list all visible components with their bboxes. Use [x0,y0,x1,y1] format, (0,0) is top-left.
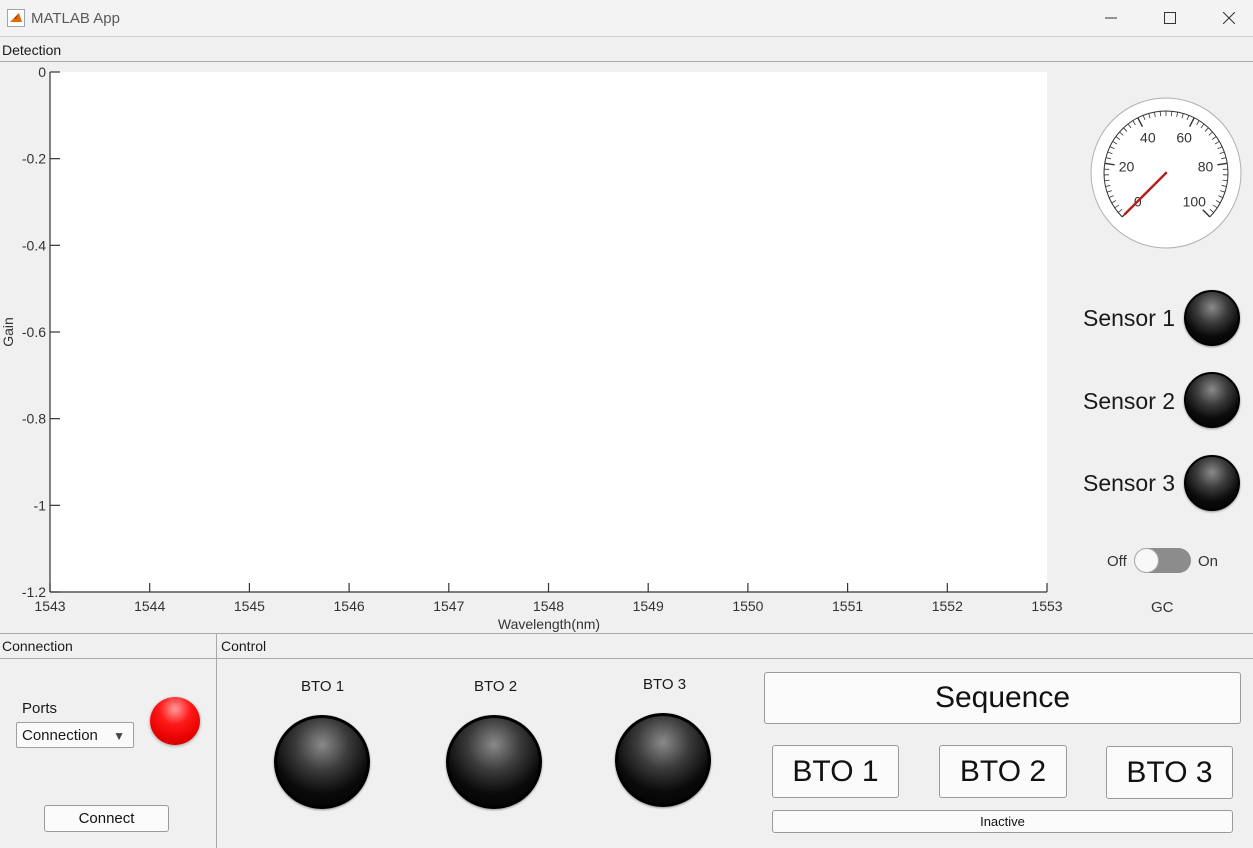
gauge-tick-label: 80 [1198,159,1214,175]
minimize-icon [1105,17,1117,19]
minimize-button[interactable] [1082,0,1140,36]
y-axis-label: Gain [0,317,16,347]
x-axis-label: Wavelength(nm) [498,616,600,632]
x-tick-label: 1551 [832,598,863,614]
gc-label: GC [1151,599,1174,616]
gauge-tick-label: 60 [1176,129,1192,145]
axes-plot-area [50,72,1047,592]
close-icon [1223,12,1235,24]
control-panel-title: Control [221,638,267,654]
app-window: MATLAB App Detection 1543 1544 1545 1546 154… [0,0,1253,848]
gauge-tick-label: 40 [1140,129,1156,145]
x-tick-label: 1549 [633,598,664,614]
sensor-3-lamp [1184,455,1240,511]
window-title: MATLAB App [31,10,120,27]
bto-3-lamp [615,713,711,807]
gain-axes[interactable]: 1543 1544 1545 1546 1547 1548 1549 1550 1551 1552… [0,62,1080,634]
dropdown-arrow-icon: ▼ [113,729,125,743]
switch-off-label: Off [1107,553,1127,570]
ports-dropdown-value: Connection [22,727,98,744]
switch-knob[interactable] [1134,548,1159,573]
x-tick-label: 1550 [732,598,763,614]
gc-toggle-switch[interactable] [1134,548,1191,573]
bto-1-button[interactable]: BTO 1 [772,745,899,798]
y-tick-label: -0.8 [22,411,46,427]
sensor-3-label: Sensor 3 [1083,470,1176,496]
ports-label: Ports [22,700,58,717]
x-tick-label: 1548 [533,598,564,614]
connection-status-lamp [150,697,200,745]
ports-dropdown[interactable]: Connection ▼ [16,722,134,748]
x-tick-label: 1546 [334,598,365,614]
connection-panel-title: Connection [2,638,73,654]
status-field: Inactive [772,810,1233,833]
y-tick-label: 0 [38,64,46,80]
gauge-tick-label: 100 [1183,193,1207,209]
x-tick-label: 1545 [234,598,265,614]
x-tick-label: 1553 [1031,598,1062,614]
bto-3-button[interactable]: BTO 3 [1106,746,1233,799]
bto-2-button[interactable]: BTO 2 [939,745,1067,798]
switch-on-label: On [1198,553,1219,570]
y-tick-label: -1.2 [22,584,46,600]
x-tick-label: 1543 [34,598,65,614]
sensor-1-lamp [1184,290,1240,346]
x-tick-label: 1544 [134,598,165,614]
maximize-icon [1164,12,1176,24]
x-tick-label: 1547 [433,598,464,614]
matlab-logo-icon [7,9,25,27]
bto-1-lamp-label: BTO 1 [301,678,345,695]
bto-2-lamp [446,715,542,809]
bto-2-lamp-label: BTO 2 [474,678,518,695]
detection-panel-title: Detection [2,42,62,58]
sequence-button[interactable]: Sequence [764,672,1241,724]
x-tick-label: 1552 [932,598,963,614]
y-tick-label: -1 [34,497,47,513]
close-button[interactable] [1200,0,1253,36]
bottom-panels-top-border [0,633,1253,634]
sensor-2-label: Sensor 2 [1083,388,1176,414]
maximize-button[interactable] [1141,0,1199,36]
gauge-tick-label: 20 [1119,159,1135,175]
y-tick-label: -0.4 [22,237,46,253]
sensor-2-lamp [1184,372,1240,428]
gauge: 020406080100 [1090,97,1242,249]
bto-1-lamp [274,715,370,809]
connect-button[interactable]: Connect [44,805,169,832]
sensor-1-label: Sensor 1 [1083,305,1176,331]
y-tick-label: -0.2 [22,151,46,167]
bottom-panels-header-divider [0,658,1253,659]
title-bar: MATLAB App [0,0,1253,37]
y-tick-label: -0.6 [22,324,46,340]
panel-separator [216,634,217,848]
bto-3-lamp-label: BTO 3 [643,676,687,693]
